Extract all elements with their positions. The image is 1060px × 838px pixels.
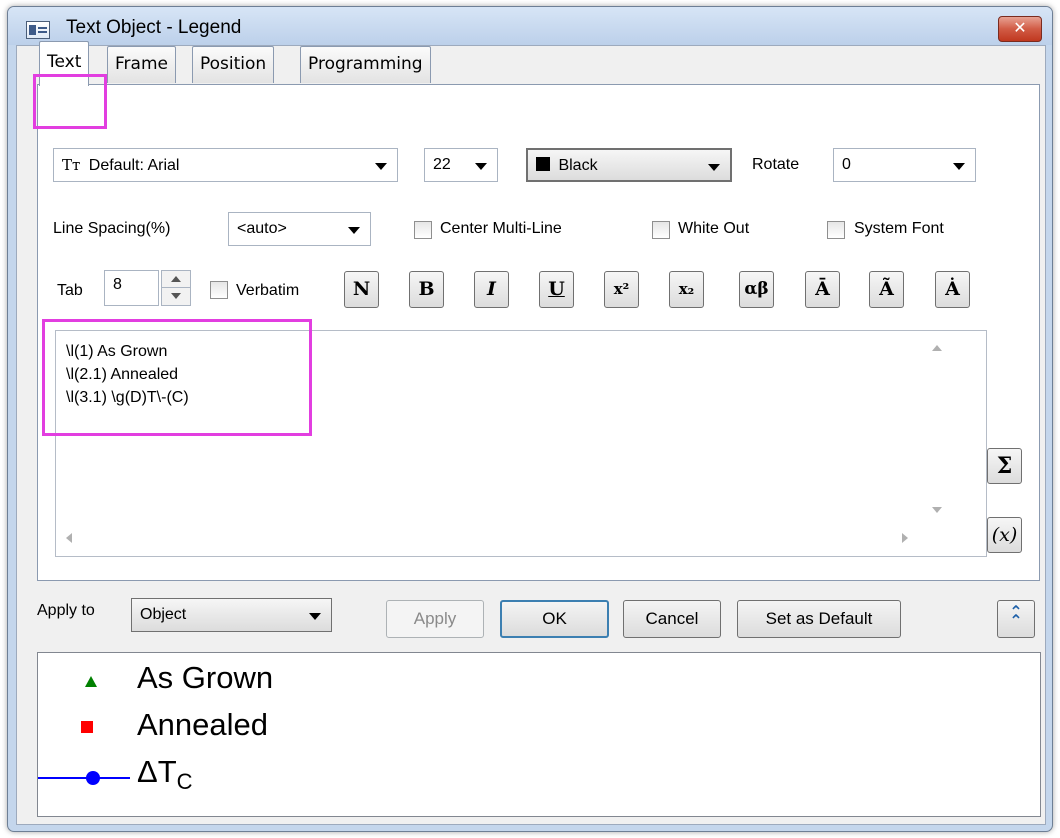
line-spacing-select[interactable]: <auto> (228, 212, 371, 246)
size-select[interactable]: 22 (424, 148, 498, 182)
legend-item-label: ΔTC (137, 754, 193, 795)
superscript-icon: x² (613, 280, 630, 298)
subscript-button[interactable]: x₂ (669, 271, 704, 308)
apply-button[interactable]: Apply (386, 600, 484, 638)
editor-highlight (42, 319, 312, 436)
chevron-down-icon (475, 163, 487, 170)
color-select[interactable]: Black (526, 148, 732, 182)
legend-delta-t: ΔT (137, 754, 177, 789)
collapse-button[interactable]: ⌃ ⌃ (997, 600, 1035, 638)
spinner-up-icon[interactable] (162, 271, 190, 288)
font-icon: Tт (62, 156, 81, 174)
line-spacing-value: <auto> (237, 220, 287, 237)
tab-programming[interactable]: Programming (300, 46, 431, 83)
system-font-checkbox[interactable] (827, 221, 845, 239)
rotate-label: Rotate (752, 156, 800, 173)
color-value: Black (558, 157, 598, 174)
chevron-down-icon (953, 163, 965, 170)
subscript-icon: x₂ (678, 280, 695, 298)
close-icon: ✕ (1013, 20, 1027, 37)
set-as-default-button[interactable]: Set as Default (737, 600, 901, 638)
underline-button[interactable]: U (539, 271, 574, 308)
sigma-button[interactable]: Σ (987, 448, 1022, 484)
circle-symbol (86, 771, 100, 785)
spinner-down-icon[interactable] (162, 288, 190, 305)
superscript-button[interactable]: x² (604, 271, 639, 308)
double-chevron-up-icon: ⌃ ⌃ (1009, 604, 1023, 630)
tab-size-spinner[interactable] (161, 270, 191, 306)
scroll-down-icon[interactable] (932, 507, 942, 513)
scroll-up-icon[interactable] (932, 345, 942, 351)
ok-button[interactable]: OK (500, 600, 609, 638)
center-multiline-checkbox[interactable] (414, 221, 432, 239)
legend-item-label: Annealed (137, 707, 269, 742)
verbatim-label: Verbatim (236, 282, 300, 299)
dot-accent-button[interactable]: Ȧ (935, 271, 970, 308)
tab-highlight (33, 74, 107, 129)
size-value: 22 (433, 156, 451, 173)
chevron-down-icon (348, 227, 360, 234)
apply-to-label: Apply to (37, 602, 95, 619)
scroll-right-icon[interactable] (902, 533, 908, 543)
tab-size-input[interactable]: 8 (104, 270, 159, 306)
legend-subscript: C (176, 769, 193, 795)
color-swatch (536, 157, 550, 171)
font-select[interactable]: Tт Default: Arial (53, 148, 398, 182)
chevron-down-icon (375, 163, 387, 170)
tab-position[interactable]: Position (192, 46, 275, 83)
verbatim-checkbox[interactable] (210, 281, 228, 299)
center-multiline-label: Center Multi-Line (440, 220, 562, 237)
editor-vertical-scrollbar[interactable] (926, 331, 986, 535)
cancel-button[interactable]: Cancel (623, 600, 721, 638)
apply-to-select[interactable]: Object (131, 598, 332, 632)
tab-size-label: Tab (57, 282, 83, 299)
line-spacing-label: Line Spacing(%) (53, 220, 171, 237)
window-title: Text Object - Legend (66, 17, 242, 38)
chevron-down-icon (309, 613, 321, 620)
rotate-select[interactable]: 0 (833, 148, 976, 182)
white-out-label: White Out (678, 220, 750, 237)
chevron-down-icon (708, 164, 720, 171)
rotate-value: 0 (842, 156, 851, 173)
app-icon (26, 21, 50, 39)
title-bar[interactable]: Text Object - Legend ✕ (8, 7, 1052, 45)
legend-item-label: As Grown (137, 660, 274, 695)
apply-to-value: Object (140, 606, 187, 623)
close-button[interactable]: ✕ (998, 16, 1042, 42)
overline-button[interactable]: Ā (805, 271, 840, 308)
tilde-button[interactable]: Ã (869, 271, 904, 308)
white-out-checkbox[interactable] (652, 221, 670, 239)
font-select-value: Default: Arial (88, 157, 180, 174)
italic-button[interactable]: I (474, 271, 509, 308)
greek-button[interactable]: αβ (739, 271, 774, 308)
normal-text-button[interactable]: N (344, 271, 379, 308)
triangle-symbol (85, 676, 97, 687)
scroll-left-icon[interactable] (66, 533, 72, 543)
system-font-label: System Font (854, 220, 944, 237)
editor-horizontal-scrollbar[interactable] (56, 522, 986, 556)
square-symbol (81, 721, 93, 733)
variable-button[interactable]: (x) (987, 517, 1022, 553)
bold-button[interactable]: B (409, 271, 444, 308)
tab-frame[interactable]: Frame (107, 46, 176, 83)
